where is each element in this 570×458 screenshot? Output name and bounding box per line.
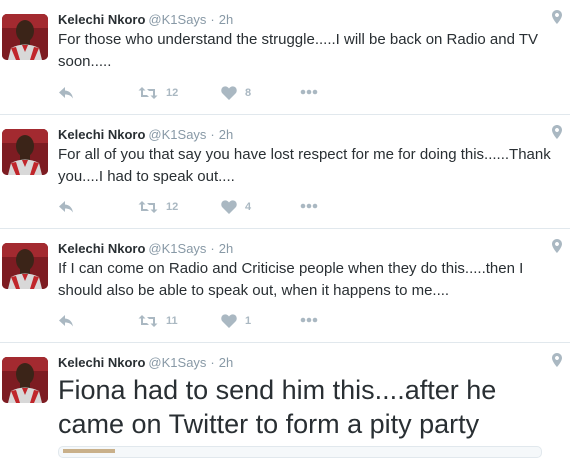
separator: · [210,241,215,256]
tweet[interactable]: Kelechi Nkoro @K1Says · 2h For those who un… [0,0,570,115]
tweet-header: Kelechi Nkoro @K1Says · 2h [58,355,233,371]
reply-button[interactable] [58,314,74,328]
like-button[interactable]: 4 [221,200,251,214]
like-count: 4 [245,201,252,213]
reply-icon [59,87,73,99]
location-pin-icon[interactable] [552,10,562,29]
reply-button[interactable] [58,200,74,214]
retweet-button[interactable]: 11 [138,314,178,328]
reply-icon [59,201,73,213]
heart-icon [221,314,237,328]
media-thumbnail [63,449,115,453]
heart-icon [221,200,237,214]
author-handle[interactable]: @K1Says [148,355,206,370]
avatar[interactable] [2,243,48,289]
author-name[interactable]: Kelechi Nkoro [58,241,145,256]
more-icon [300,317,318,323]
avatar[interactable] [2,129,48,175]
avatar[interactable] [2,14,48,60]
reply-button[interactable] [58,86,74,100]
tweet[interactable]: Kelechi Nkoro @K1Says · 2h If I can come on… [0,229,570,343]
retweet-icon [138,87,158,99]
more-icon [300,89,318,95]
tweet-header: Kelechi Nkoro @K1Says · 2h [58,241,233,257]
tweet-actions: 12 4 [58,200,358,220]
tweet-header: Kelechi Nkoro @K1Says · 2h [58,127,233,143]
tweet-text: If I can come on Radio and Criticise peo… [58,260,524,299]
timestamp[interactable]: 2h [219,355,233,370]
like-count: 8 [245,87,252,99]
author-handle[interactable]: @K1Says [148,241,206,256]
reply-icon [59,315,73,327]
tweet-header: Kelechi Nkoro @K1Says · 2h [58,12,233,28]
tweet-text: For those who understand the struggle...… [58,31,538,70]
tweet-text: Fiona had to send him this....after he c… [58,375,497,439]
author-name[interactable]: Kelechi Nkoro [58,127,145,142]
location-pin-icon[interactable] [552,353,562,372]
like-count: 1 [245,315,252,327]
separator: · [210,127,215,142]
location-pin-icon[interactable] [552,239,562,258]
retweet-icon [138,315,158,327]
heart-icon [221,86,237,100]
retweet-count: 12 [166,201,179,213]
more-button[interactable] [300,89,318,95]
tweet[interactable]: Kelechi Nkoro @K1Says · 2h Fiona had to sen… [0,343,570,452]
more-icon [300,203,318,209]
author-handle[interactable]: @K1Says [148,12,206,27]
location-pin-icon[interactable] [552,125,562,144]
more-button[interactable] [300,203,318,209]
retweet-button[interactable]: 12 [138,86,178,100]
retweet-count: 11 [166,315,178,327]
separator: · [210,12,215,27]
media-preview[interactable] [58,446,542,458]
retweet-icon [138,201,158,213]
timestamp[interactable]: 2h [219,241,233,256]
timestamp[interactable]: 2h [219,127,233,142]
retweet-button[interactable]: 12 [138,200,178,214]
avatar[interactable] [2,357,48,403]
author-handle[interactable]: @K1Says [148,127,206,142]
retweet-count: 12 [166,87,179,99]
tweet-actions: 12 8 [58,86,358,106]
more-button[interactable] [300,317,318,323]
like-button[interactable]: 8 [221,86,251,100]
timestamp[interactable]: 2h [219,12,233,27]
author-name[interactable]: Kelechi Nkoro [58,355,145,370]
like-button[interactable]: 1 [221,314,251,328]
tweet[interactable]: Kelechi Nkoro @K1Says · 2h For all of you t… [0,115,570,229]
tweet-text: For all of you that say you have lost re… [58,146,551,185]
separator: · [210,355,215,370]
tweet-actions: 11 1 [58,314,358,334]
author-name[interactable]: Kelechi Nkoro [58,12,145,27]
